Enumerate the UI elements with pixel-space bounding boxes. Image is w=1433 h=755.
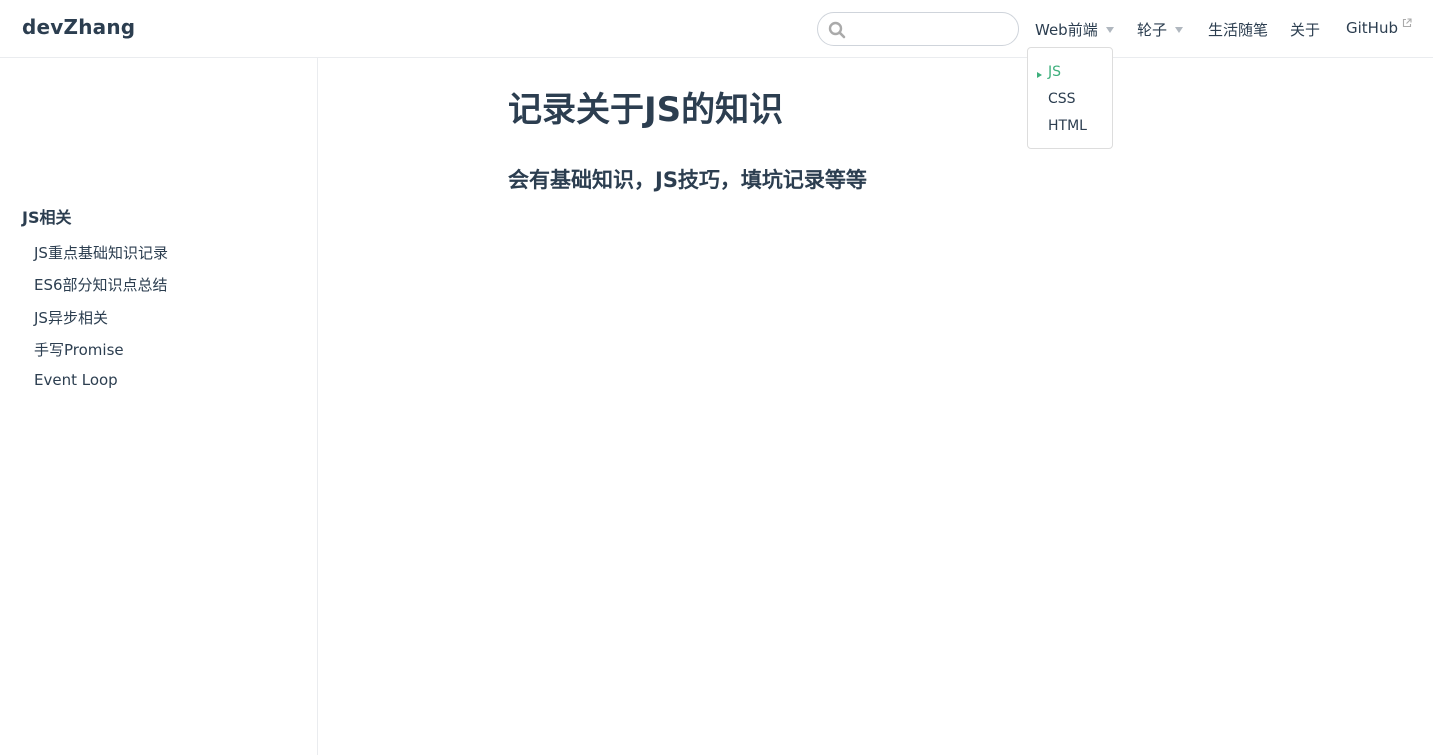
navbar: devZhang Web前端 轮子 生活随笔 关于 GitHub bbox=[0, 0, 1433, 58]
dropdown-item-html[interactable]: HTML bbox=[1048, 118, 1087, 134]
caret-down-icon bbox=[1175, 26, 1184, 33]
nav-item-label: 生活随笔 bbox=[1208, 21, 1269, 39]
sidebar-link[interactable]: 手写Promise bbox=[34, 339, 124, 360]
sidebar-link[interactable]: Event Loop bbox=[34, 371, 118, 389]
search-box[interactable] bbox=[817, 12, 1019, 46]
nav-item-label: GitHub bbox=[1346, 19, 1398, 37]
search-input[interactable] bbox=[850, 17, 1010, 41]
sidebar-link[interactable]: JS重点基础知识记录 bbox=[34, 242, 168, 263]
sidebar-link[interactable]: ES6部分知识点总结 bbox=[34, 274, 168, 295]
nav-item-web[interactable]: Web前端 bbox=[1035, 19, 1114, 40]
external-link-icon bbox=[1402, 18, 1412, 28]
page-subtitle: 会有基础知识，JS技巧，填坑记录等等 bbox=[508, 168, 867, 192]
dropdown-item-css[interactable]: CSS bbox=[1048, 91, 1076, 107]
sidebar-heading[interactable]: JS相关 bbox=[22, 204, 71, 228]
nav-item-github[interactable]: GitHub bbox=[1346, 18, 1412, 37]
sidebar: JS相关 JS重点基础知识记录 ES6部分知识点总结 JS异步相关 手写Prom… bbox=[0, 58, 318, 755]
caret-down-icon bbox=[1105, 26, 1114, 33]
dropdown-item-js[interactable]: JS bbox=[1048, 64, 1061, 80]
nav-item-label: 轮子 bbox=[1137, 21, 1168, 39]
site-brand[interactable]: devZhang bbox=[22, 15, 135, 39]
web-dropdown-menu: JS CSS HTML bbox=[1027, 47, 1113, 149]
active-arrow-icon bbox=[1037, 72, 1042, 78]
nav-item-about[interactable]: 关于 bbox=[1290, 19, 1320, 40]
search-icon bbox=[828, 21, 846, 39]
sidebar-link[interactable]: JS异步相关 bbox=[34, 307, 108, 328]
nav-item-wheels[interactable]: 轮子 bbox=[1137, 19, 1184, 40]
nav-item-label: 关于 bbox=[1290, 21, 1321, 39]
nav-item-label: Web前端 bbox=[1035, 21, 1098, 39]
page-title: 记录关于JS的知识 bbox=[508, 90, 784, 130]
nav-item-life[interactable]: 生活随笔 bbox=[1208, 19, 1268, 40]
